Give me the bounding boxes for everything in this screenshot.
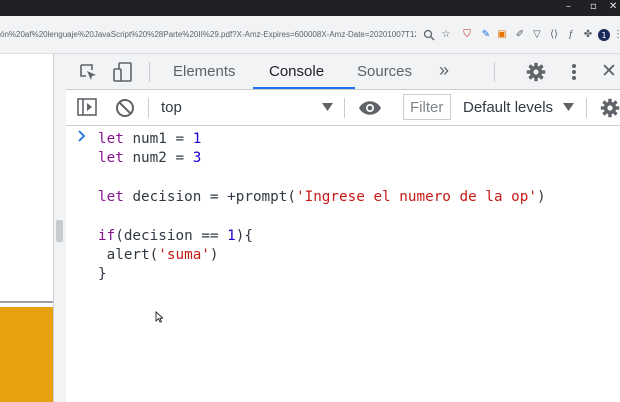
code-extension-icon[interactable]: ⟨⟩ <box>548 29 560 41</box>
profile-avatar[interactable]: 1 <box>598 29 610 41</box>
url-text[interactable]: ón%20af%20lenguaje%20JavaScript%20%28Par… <box>0 30 416 39</box>
kebab-menu-icon[interactable] <box>571 63 577 81</box>
log-levels-dropdown[interactable]: Default levels <box>463 99 553 116</box>
console-toolbar: top Filter Default levels <box>66 90 620 126</box>
code-token: ) <box>537 188 546 205</box>
code-token: 'Ingrese el numero de la op' <box>295 188 537 205</box>
more-menu-icon[interactable]: ⋮ <box>612 29 620 41</box>
toolbar-separator <box>586 98 587 118</box>
filter-input[interactable]: Filter <box>403 94 451 120</box>
code-token: num2 = <box>132 150 193 167</box>
page-orange-block <box>0 307 53 402</box>
filter-placeholder: Filter <box>410 99 444 116</box>
console-settings-gear-icon[interactable] <box>600 98 620 118</box>
code-token: } <box>98 266 107 283</box>
code-token: ){ <box>235 227 253 244</box>
tab-console[interactable]: Console <box>269 63 324 80</box>
filter-extension-icon[interactable]: ▽ <box>531 29 543 41</box>
toolbar-separator <box>494 62 495 82</box>
minimize-button[interactable]: – <box>566 1 571 12</box>
code-token: 1 <box>192 131 202 147</box>
mouse-cursor-icon <box>155 311 163 323</box>
inspect-element-icon[interactable] <box>78 62 98 82</box>
sidebar-toggle-icon[interactable] <box>77 98 97 116</box>
settings-gear-icon[interactable] <box>526 62 546 82</box>
code-line[interactable]: let num2 = 3 <box>98 150 201 166</box>
toolbar-separator <box>149 62 150 82</box>
device-toolbar-icon[interactable] <box>112 62 134 82</box>
active-tab-indicator <box>253 87 355 89</box>
code-line[interactable]: if(decision == 1){ <box>98 228 253 244</box>
pen-extension-icon[interactable]: ✐ <box>514 29 526 41</box>
svg-text:1: 1 <box>601 31 606 40</box>
bookmark-star-icon[interactable]: ☆ <box>440 29 452 41</box>
code-line[interactable]: alert('suma') <box>98 247 219 263</box>
clear-console-icon[interactable] <box>115 98 135 118</box>
code-token: let <box>98 131 133 147</box>
code-line[interactable]: let decision = +prompt('Ingrese el numer… <box>98 189 546 205</box>
new-extension-icon[interactable]: ▣ <box>496 29 508 41</box>
live-expression-eye-icon[interactable] <box>358 100 382 116</box>
code-token: ) <box>209 246 219 263</box>
code-token: num1 = <box>132 131 193 147</box>
tab-elements[interactable]: Elements <box>173 63 236 80</box>
address-bar[interactable]: ón%20af%20lenguaje%20JavaScript%20%28Par… <box>0 16 620 54</box>
code-line[interactable]: let num1 = 1 <box>98 131 201 147</box>
code-token: (decision == <box>115 227 228 244</box>
toolbar-separator <box>344 98 345 118</box>
code-token: decision = +prompt( <box>132 188 296 205</box>
window-title-bar: – ▫ ✕ <box>0 0 620 16</box>
shield-extension-icon[interactable]: ⛉ <box>461 29 473 41</box>
devtools-tab-bar: Elements Console Sources » ✕ <box>66 54 620 90</box>
restore-button[interactable]: ▫ <box>590 1 597 12</box>
page-content-area <box>0 54 66 402</box>
code-token: 'suma' <box>158 246 210 263</box>
chevron-down-icon[interactable] <box>563 103 574 111</box>
context-selector[interactable]: top <box>161 99 182 116</box>
search-icon[interactable] <box>423 29 435 41</box>
tab-sources[interactable]: Sources <box>357 63 412 80</box>
scrollbar-thumb[interactable] <box>56 220 63 242</box>
code-token: 1 <box>227 227 236 244</box>
toolbar-separator <box>148 98 149 118</box>
page-divider <box>0 301 53 303</box>
code-token: 3 <box>192 150 202 167</box>
code-line[interactable]: } <box>98 266 107 282</box>
puzzle-extension-icon[interactable]: ✤ <box>582 29 594 41</box>
code-token: let <box>98 188 133 205</box>
function-extension-icon[interactable]: ƒ <box>565 29 577 41</box>
code-token: if <box>98 227 116 244</box>
close-devtools-button[interactable]: ✕ <box>601 60 617 83</box>
console-input[interactable]: let num1 = 1 let num2 = 3 let decision = +… <box>66 126 620 402</box>
code-token: alert( <box>98 246 159 263</box>
prompt-chevron-icon <box>78 130 86 142</box>
close-window-button[interactable]: ✕ <box>609 1 617 12</box>
more-tabs-button[interactable]: » <box>439 60 449 81</box>
code-token: let <box>98 150 133 167</box>
translate-extension-icon[interactable]: ✎ <box>480 29 492 41</box>
chevron-down-icon[interactable] <box>322 103 333 111</box>
